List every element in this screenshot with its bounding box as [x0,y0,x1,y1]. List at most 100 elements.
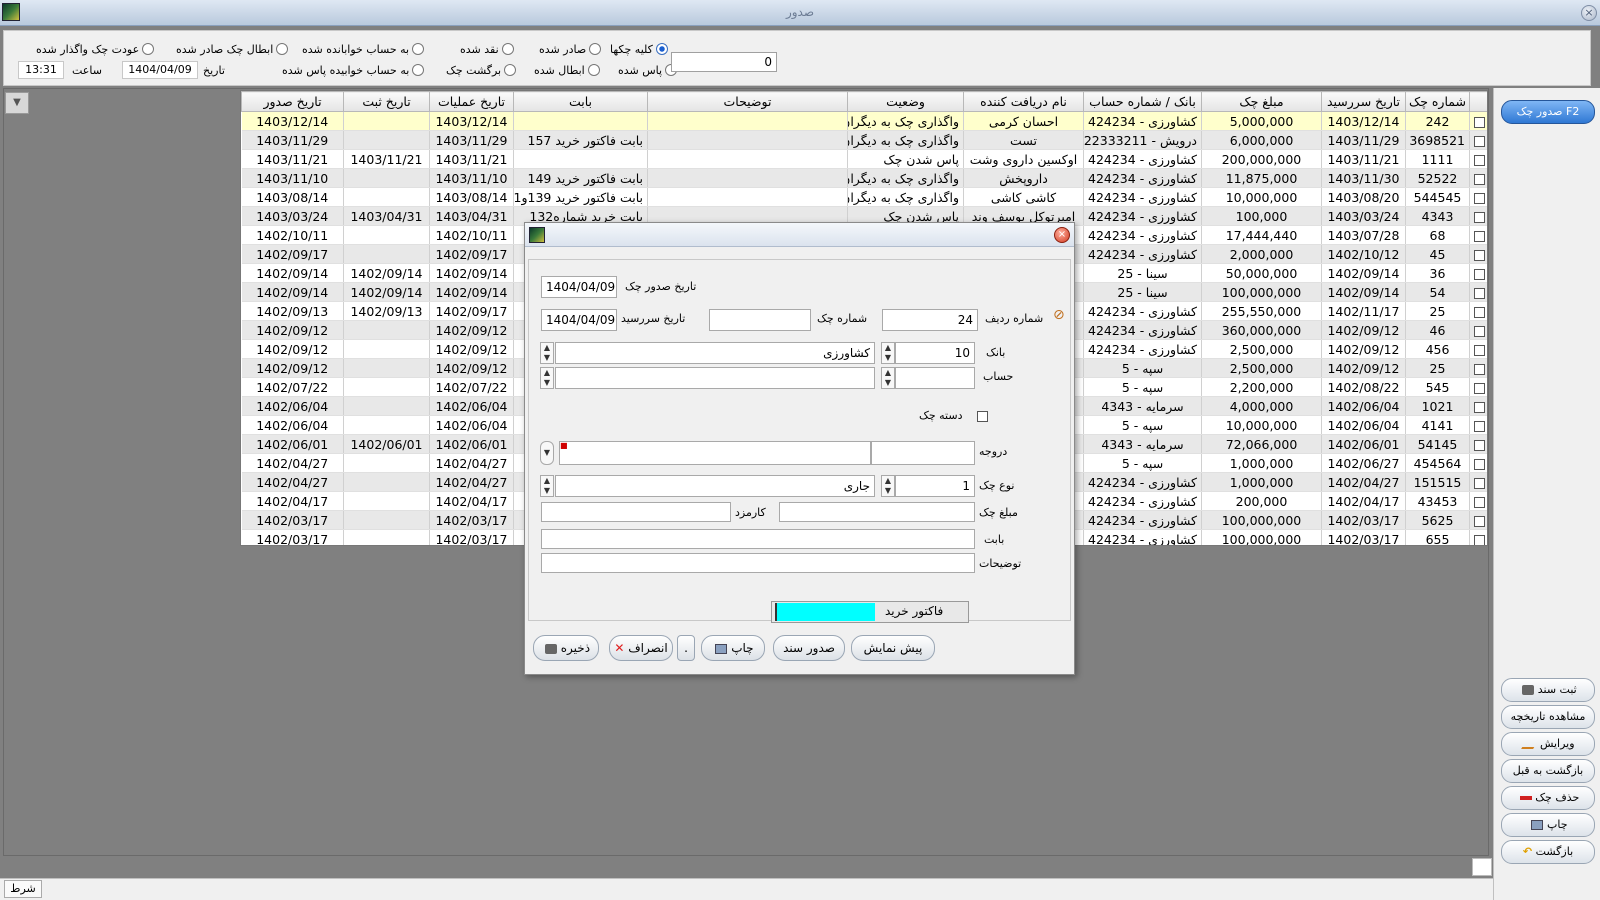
row-checkbox[interactable] [1474,344,1485,356]
cancel-button[interactable]: ✕ انصراف [609,635,673,661]
radio-deposited[interactable]: به حساب خوابانده شده [302,40,425,58]
column-header[interactable]: تاریخ سررسید [1321,91,1406,112]
dot-button[interactable]: . [677,635,695,661]
payee-dropdown[interactable]: ▼ [540,441,554,465]
row-checkbox[interactable] [1474,382,1485,394]
row-select-cell[interactable] [1469,529,1487,545]
radio-indicator[interactable] [501,43,514,55]
bank-name-field[interactable]: کشاورزی [555,342,875,364]
radio-return-assigned[interactable]: عودت چک واگذار شده [36,40,155,58]
row-checkbox[interactable] [1474,230,1485,242]
radio-indicator[interactable] [412,43,425,55]
radio-indicator[interactable] [587,64,600,76]
column-header[interactable]: تاریخ ثبت [343,91,430,112]
bank-code-field[interactable]: 10 [895,342,975,364]
row-select-cell[interactable] [1469,377,1487,397]
row-checkbox[interactable] [1474,287,1485,299]
check-type-name-spinner[interactable]: ▲ ▼ [540,475,554,497]
due-date-field[interactable]: 1404/04/09 [541,309,617,331]
preview-button[interactable]: پیش نمایش [851,635,935,661]
row-select-cell[interactable] [1469,206,1487,226]
account-name-field[interactable] [555,367,875,389]
radio-passed[interactable]: پاس شده [618,61,678,79]
view-history-button[interactable]: مشاهده تاریخچه [1501,705,1595,729]
radio-issued[interactable]: صادر شده [539,40,602,58]
amount-field[interactable] [779,502,975,522]
chevron-down-icon[interactable]: ▼ [5,92,29,114]
row-select-cell[interactable] [1469,282,1487,302]
radio-indicator[interactable] [504,64,517,76]
print-button[interactable]: چاپ [1501,813,1595,837]
column-header[interactable]: نام دریافت کننده [963,91,1084,112]
row-checkbox[interactable] [1474,154,1485,166]
row-select-cell[interactable] [1469,168,1487,188]
row-checkbox[interactable] [1474,135,1485,147]
window-close-icon[interactable]: × [1581,5,1597,21]
undo-button[interactable]: بازگشت به قبل [1501,759,1595,783]
row-select-cell[interactable] [1469,434,1487,454]
row-checkbox[interactable] [1474,420,1485,432]
select-column-header[interactable] [1469,91,1487,112]
column-header[interactable]: تاریخ صدور [241,91,344,112]
bank-name-spinner[interactable]: ▲ ▼ [540,342,554,364]
radio-deposited-passed[interactable]: به حساب خوابیده پاس شده [282,61,425,79]
print-dialog-button[interactable]: چاپ [701,635,765,661]
row-select-cell[interactable] [1469,149,1487,169]
back-button[interactable]: ↶ بازگشت [1501,840,1595,864]
radio-indicator[interactable] [655,43,668,55]
row-select-cell[interactable] [1469,453,1487,473]
delete-check-button[interactable]: حذف چک [1501,786,1595,810]
radio-indicator[interactable] [412,64,425,76]
radio-cashed[interactable]: نقد شده [460,40,514,58]
column-header[interactable]: شماره چک [1405,91,1470,112]
date-field[interactable]: 1404/04/09 [122,61,198,79]
table-row[interactable]: 544545 1403/08/20 10,000,000 کشاورزی - 4242… [241,187,1487,207]
radio-indicator[interactable] [142,43,155,55]
fee-field[interactable] [541,502,731,522]
row-select-cell[interactable] [1469,358,1487,378]
row-checkbox[interactable] [1474,363,1485,375]
condition-button[interactable]: شرط [4,880,42,898]
issue-check-button[interactable]: صدور چک F2 [1501,100,1595,124]
dialog-close-icon[interactable]: × [1054,227,1070,243]
radio-all-checks[interactable]: کلیه چکها [610,40,668,58]
desc-field[interactable] [541,553,975,573]
table-row[interactable]: 3698521 1403/11/29 6,000,000 درویش - 223332… [241,130,1487,150]
row-checkbox[interactable] [1474,211,1485,223]
row-select-cell[interactable] [1469,111,1487,131]
issue-doc-button[interactable]: صدور سند [773,635,845,661]
row-checkbox[interactable] [1474,458,1485,470]
row-checkbox[interactable] [1474,534,1485,545]
count-input[interactable]: 0 [671,52,777,72]
column-header[interactable]: بانک / شماره حساب [1083,91,1202,112]
radio-indicator[interactable] [276,43,289,55]
account-code-spinner[interactable]: ▲ ▼ [881,367,895,389]
for-field[interactable] [541,529,975,549]
row-checkbox[interactable] [1474,268,1485,280]
save-button[interactable]: ذخیره [533,635,599,661]
row-checkbox[interactable] [1474,116,1485,128]
row-select-cell[interactable] [1469,415,1487,435]
row-checkbox[interactable] [1474,306,1485,318]
row-checkbox[interactable] [1474,325,1485,337]
radio-indicator[interactable] [589,43,602,55]
row-select-cell[interactable] [1469,244,1487,264]
row-select-cell[interactable] [1469,491,1487,511]
row-checkbox[interactable] [1474,173,1485,185]
radio-bounced[interactable]: برگشت چک [446,61,517,79]
radio-cancel-issued[interactable]: ابطال چک صادر شده [176,40,289,58]
column-header[interactable]: بابت [513,91,648,112]
check-type-code-field[interactable]: 1 [895,475,975,497]
column-header[interactable]: تاریخ عملیات [429,91,514,112]
time-field[interactable]: 13:31 [18,61,64,79]
row-checkbox[interactable] [1474,477,1485,489]
column-header[interactable]: توضیحات [647,91,848,112]
row-checkbox[interactable] [1474,249,1485,261]
issue-date-field[interactable]: 1404/04/09 [541,276,617,298]
row-checkbox[interactable] [1474,439,1485,451]
row-select-cell[interactable] [1469,472,1487,492]
row-select-cell[interactable] [1469,339,1487,359]
check-type-code-spinner[interactable]: ▲ ▼ [881,475,895,497]
paperclip-icon[interactable]: ⊘ [1053,307,1065,323]
column-header[interactable]: مبلغ چک [1201,91,1322,112]
